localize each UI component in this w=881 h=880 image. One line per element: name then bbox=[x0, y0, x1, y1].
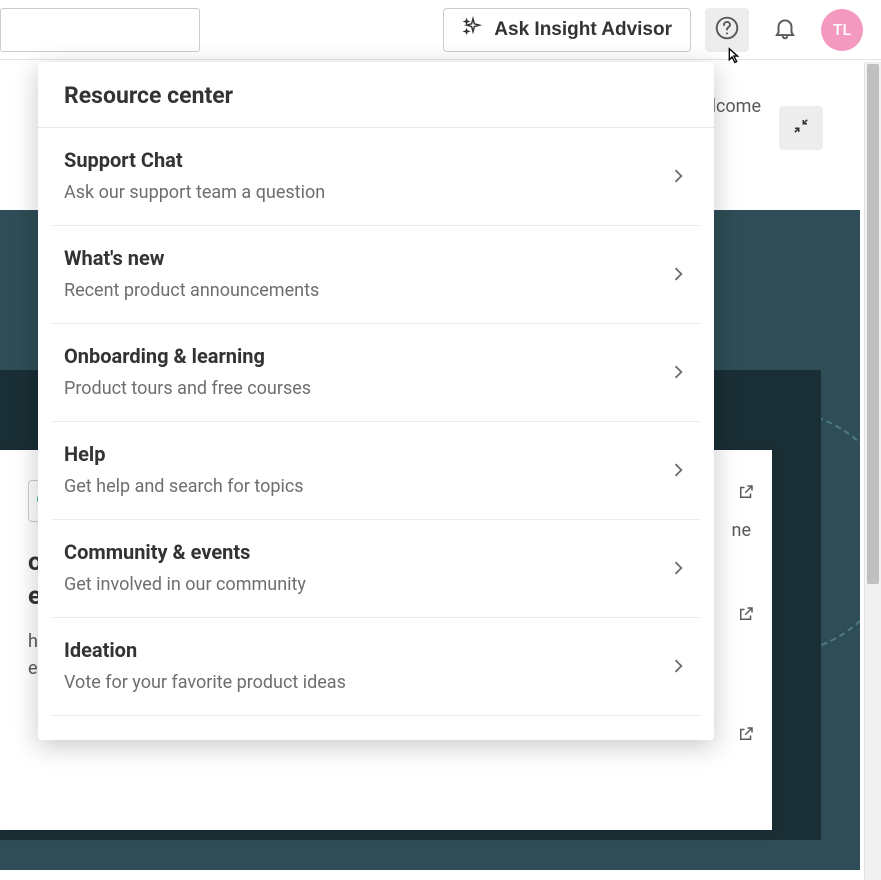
avatar-initials: TL bbox=[833, 20, 851, 39]
rc-item-desc: Get help and search for topics bbox=[64, 476, 668, 497]
bell-icon bbox=[772, 15, 798, 45]
rc-item-desc: Get involved in our community bbox=[64, 574, 668, 595]
rc-item-onboarding[interactable]: Onboarding & learning Product tours and … bbox=[52, 324, 700, 422]
rc-item-help[interactable]: Help Get help and search for topics bbox=[52, 422, 700, 520]
chevron-right-icon bbox=[668, 460, 688, 480]
resource-center-popover: Resource center Support Chat Ask our sup… bbox=[38, 62, 714, 740]
help-icon bbox=[714, 15, 740, 45]
rc-item-title: Ideation bbox=[64, 638, 668, 662]
collapse-button[interactable] bbox=[779, 106, 823, 150]
rc-item-desc: Ask our support team a question bbox=[64, 182, 668, 203]
rc-item-whats-new[interactable]: What's new Recent product announcements bbox=[52, 226, 700, 324]
rc-item-title: What's new bbox=[64, 246, 668, 270]
avatar[interactable]: TL bbox=[821, 9, 863, 51]
rc-item-desc: Recent product announcements bbox=[64, 280, 668, 301]
rc-item-community[interactable]: Community & events Get involved in our c… bbox=[52, 520, 700, 618]
rc-item-title: Help bbox=[64, 442, 668, 466]
rc-item-desc: Product tours and free courses bbox=[64, 378, 668, 399]
external-link-1[interactable] bbox=[737, 483, 755, 505]
chevron-right-icon bbox=[668, 166, 688, 186]
ask-insight-advisor-label: Ask Insight Advisor bbox=[494, 19, 672, 41]
search-input[interactable] bbox=[0, 8, 200, 52]
external-link-2[interactable] bbox=[737, 605, 755, 627]
rc-item-desc: Vote for your favorite product ideas bbox=[64, 672, 668, 693]
rc-item-title: Community & events bbox=[64, 540, 668, 564]
rc-item-title: Onboarding & learning bbox=[64, 344, 668, 368]
notifications-button[interactable] bbox=[763, 8, 807, 52]
rc-item-title: Support Chat bbox=[64, 148, 668, 172]
rc-item-ideation[interactable]: Ideation Vote for your favorite product … bbox=[52, 618, 700, 716]
side-text-fragment: ne bbox=[732, 520, 752, 541]
compress-icon bbox=[792, 117, 810, 139]
resource-center-list: Support Chat Ask our support team a ques… bbox=[38, 128, 714, 740]
welcome-text: lcome bbox=[712, 96, 761, 117]
ask-insight-advisor-button[interactable]: Ask Insight Advisor bbox=[443, 8, 691, 52]
chevron-right-icon bbox=[668, 264, 688, 284]
scrollbar[interactable] bbox=[864, 62, 881, 880]
chevron-right-icon bbox=[668, 558, 688, 578]
rc-item-support-chat[interactable]: Support Chat Ask our support team a ques… bbox=[52, 128, 700, 226]
chevron-right-icon bbox=[668, 656, 688, 676]
popover-header: Resource center bbox=[38, 62, 714, 128]
sparkle-icon bbox=[462, 16, 484, 44]
help-button[interactable] bbox=[705, 8, 749, 52]
top-bar: Ask Insight Advisor TL bbox=[0, 0, 881, 60]
external-link-3[interactable] bbox=[737, 725, 755, 747]
scrollbar-thumb[interactable] bbox=[867, 64, 879, 584]
chevron-right-icon bbox=[668, 362, 688, 382]
popover-title: Resource center bbox=[64, 82, 688, 109]
